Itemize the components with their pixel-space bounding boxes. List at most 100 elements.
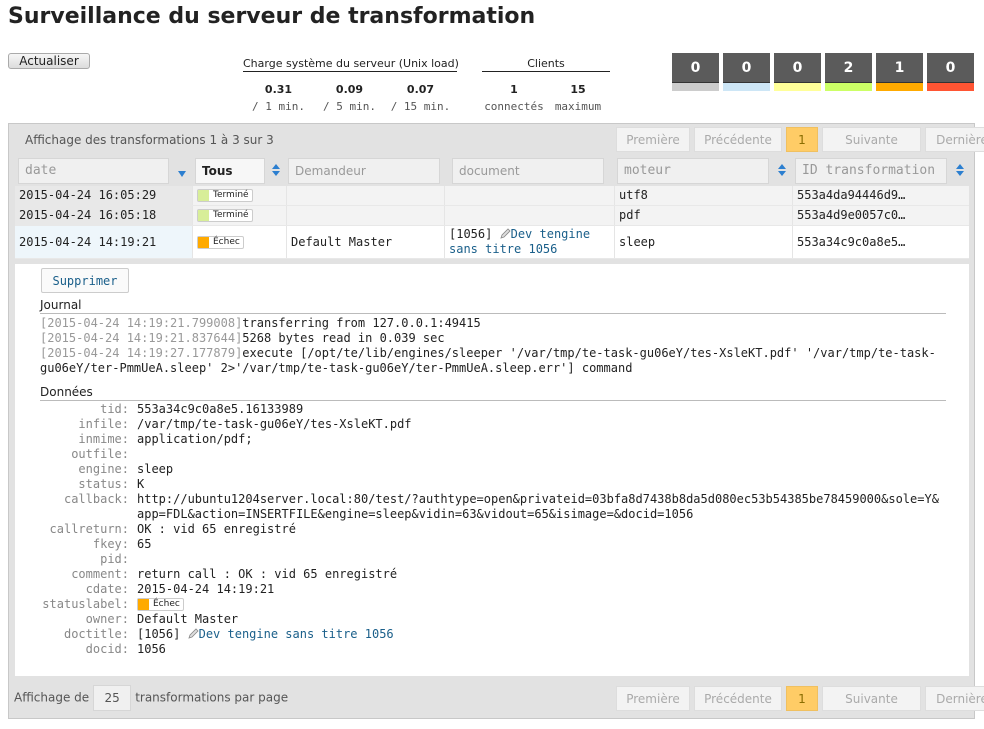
id-filter[interactable]: ID transformation [795, 158, 947, 184]
page-title: Surveillance du serveur de transformatio… [8, 4, 536, 29]
field-pid: pid: [100, 552, 129, 566]
cell-status: Terminé [193, 206, 287, 225]
pager-page[interactable]: 1 [786, 686, 818, 711]
cell-engine: pdf [615, 206, 793, 225]
list-info: Affichage des transformations 1 à 3 sur … [25, 133, 274, 147]
load-5min: 0.09/ 5 min. [323, 83, 376, 113]
page-size-suffix: transformations par page [135, 690, 289, 705]
counter-done[interactable]: 2 [825, 53, 872, 91]
pager-last[interactable]: Dernière [925, 127, 984, 152]
counter-failed[interactable]: 1 [876, 53, 923, 91]
top-pager: Première Précédente 1 Suivante Dernière [612, 127, 984, 152]
pager-next[interactable]: Suivante [822, 686, 921, 711]
status-badge: Terminé [197, 189, 253, 202]
doctitle-link[interactable]: Dev tengine sans titre 1056 [199, 627, 394, 641]
data-fields: tid: 553a34c9c0a8e5.16133989 infile:/var/… [15, 402, 945, 657]
pager-first[interactable]: Première [616, 686, 690, 711]
document-link[interactable]: sans titre 1056 [449, 242, 557, 256]
edit-pencil-icon [187, 628, 199, 639]
cell-status: Échec [193, 226, 287, 258]
field-infile: infile:/var/tmp/te-task-gu06eY/tes-XsleK… [78, 417, 412, 431]
load-15min: 0.07/ 15 min. [390, 83, 451, 113]
edit-pencil-icon [499, 228, 511, 239]
cell-document [445, 186, 615, 205]
clients: Clients 1 connectés 15 maximum [482, 57, 610, 113]
transformation-detail: Supprimer Journal [2015-04-24 14:19:21.7… [15, 264, 969, 676]
cell-document: [1056] Dev tengine sans titre 1056 [445, 226, 615, 258]
sort-icon[interactable] [271, 163, 281, 177]
data-heading: Données [40, 385, 946, 401]
clients-maximum: 15 maximum [554, 83, 602, 113]
cell-document [445, 206, 615, 225]
field-engine: engine: sleep [78, 462, 174, 476]
pager-next[interactable]: Suivante [822, 127, 921, 152]
cell-status: Terminé [193, 186, 287, 205]
sort-icon[interactable] [777, 163, 787, 177]
pager-prev[interactable]: Précédente [694, 127, 782, 152]
document-filter[interactable]: document [452, 158, 604, 184]
field-owner: owner: Default Master [85, 612, 239, 626]
field-callback: callback: http://ubuntu1204server.local:8… [63, 492, 939, 521]
field-outfile: outfile: [71, 447, 129, 461]
cell-id: 553a4d9e0057c0… [797, 208, 906, 222]
bottom-pager: Première Précédente 1 Suivante Dernière [612, 686, 984, 711]
field-status: status: K [78, 477, 145, 491]
pager-first[interactable]: Première [616, 127, 690, 152]
table-row[interactable]: 2015-04-24 16:05:18 Terminé pdf 553a4d9e… [15, 206, 969, 226]
sort-desc-icon[interactable] [177, 167, 187, 181]
journal-log: [2015-04-24 14:19:21.799008]transferring… [40, 316, 946, 376]
counter-waiting[interactable]: 0 [672, 53, 719, 91]
pager-last[interactable]: Dernière [925, 686, 984, 711]
refresh-button[interactable]: Actualiser [8, 53, 90, 69]
log-line: [2015-04-24 14:19:27.177879]execute [/op… [40, 346, 936, 375]
field-docid: docid: 1056 [85, 642, 166, 656]
status-badge: Échec [197, 236, 244, 249]
cell-engine: utf8 [615, 186, 793, 205]
cell-owner: Default Master [287, 226, 445, 258]
system-load: Charge système du serveur (Unix load) 0.… [243, 57, 459, 113]
page-size-prefix: Affichage de [14, 690, 90, 705]
cell-id: 553a4da94446d9… [797, 188, 906, 202]
status-badge: Terminé [197, 209, 253, 222]
field-cdate: cdate: 2015-04-24 14:19:21 [85, 582, 275, 596]
cell-date: 2015-04-24 16:05:29 [15, 186, 193, 205]
system-load-heading: Charge système du serveur (Unix load) [243, 57, 459, 72]
cell-date: 2015-04-24 16:05:18 [15, 206, 193, 225]
status-counters: 0 0 0 2 1 0 [672, 53, 974, 91]
transformations-panel: Affichage des transformations 1 à 3 sur … [8, 123, 984, 719]
owner-filter[interactable]: Demandeur [288, 158, 440, 184]
cell-owner [287, 186, 445, 205]
journal-heading: Journal [40, 298, 946, 314]
field-callreturn: callreturn: OK : vid 65 enregistré [49, 522, 296, 536]
document-link[interactable]: Dev tengine [511, 227, 590, 241]
cell-owner [287, 206, 445, 225]
counter-interrupted[interactable]: 0 [927, 53, 974, 91]
status-filter[interactable]: Tous [195, 158, 265, 184]
delete-button[interactable]: Supprimer [41, 268, 129, 293]
status-badge: Échec [137, 598, 184, 611]
clients-heading: Clients [482, 57, 610, 72]
cell-date: 2015-04-24 14:19:21 [15, 226, 193, 258]
clients-connected: 1 connectés [484, 83, 544, 113]
cell-id: 553a34c9c0a8e5… [797, 235, 906, 249]
table-row[interactable]: 2015-04-24 16:05:29 Terminé utf8 553a4da… [15, 186, 969, 206]
cell-engine: sleep [615, 226, 793, 258]
transformations-table: 2015-04-24 16:05:29 Terminé utf8 553a4da… [15, 186, 969, 259]
log-line: [2015-04-24 14:19:21.837644]5268 bytes r… [40, 331, 445, 345]
engine-filter[interactable]: moteur [617, 158, 769, 184]
field-comment: comment: return call : OK : vid 65 enregi… [71, 567, 398, 581]
pager-page[interactable]: 1 [786, 127, 818, 152]
sort-icon[interactable] [955, 163, 965, 177]
pager-prev[interactable]: Précédente [694, 686, 782, 711]
field-statuslabel: statuslabel: Échec [15, 597, 945, 612]
page-size-control: Affichage de 25 transformations par page [14, 685, 288, 711]
table-row-selected[interactable]: 2015-04-24 14:19:21 Échec Default Master… [15, 226, 969, 259]
page-size-select[interactable]: 25 [93, 685, 132, 711]
date-filter[interactable]: date [18, 158, 169, 184]
load-1min: 0.31/ 1 min. [252, 83, 305, 113]
log-line: [2015-04-24 14:19:21.799008]transferring… [40, 316, 481, 330]
counter-transferring[interactable]: 0 [774, 53, 821, 91]
field-tid: tid: 553a34c9c0a8e5.16133989 [100, 402, 304, 416]
counter-processing[interactable]: 0 [723, 53, 770, 91]
field-fkey: fkey: 65 [92, 537, 152, 551]
